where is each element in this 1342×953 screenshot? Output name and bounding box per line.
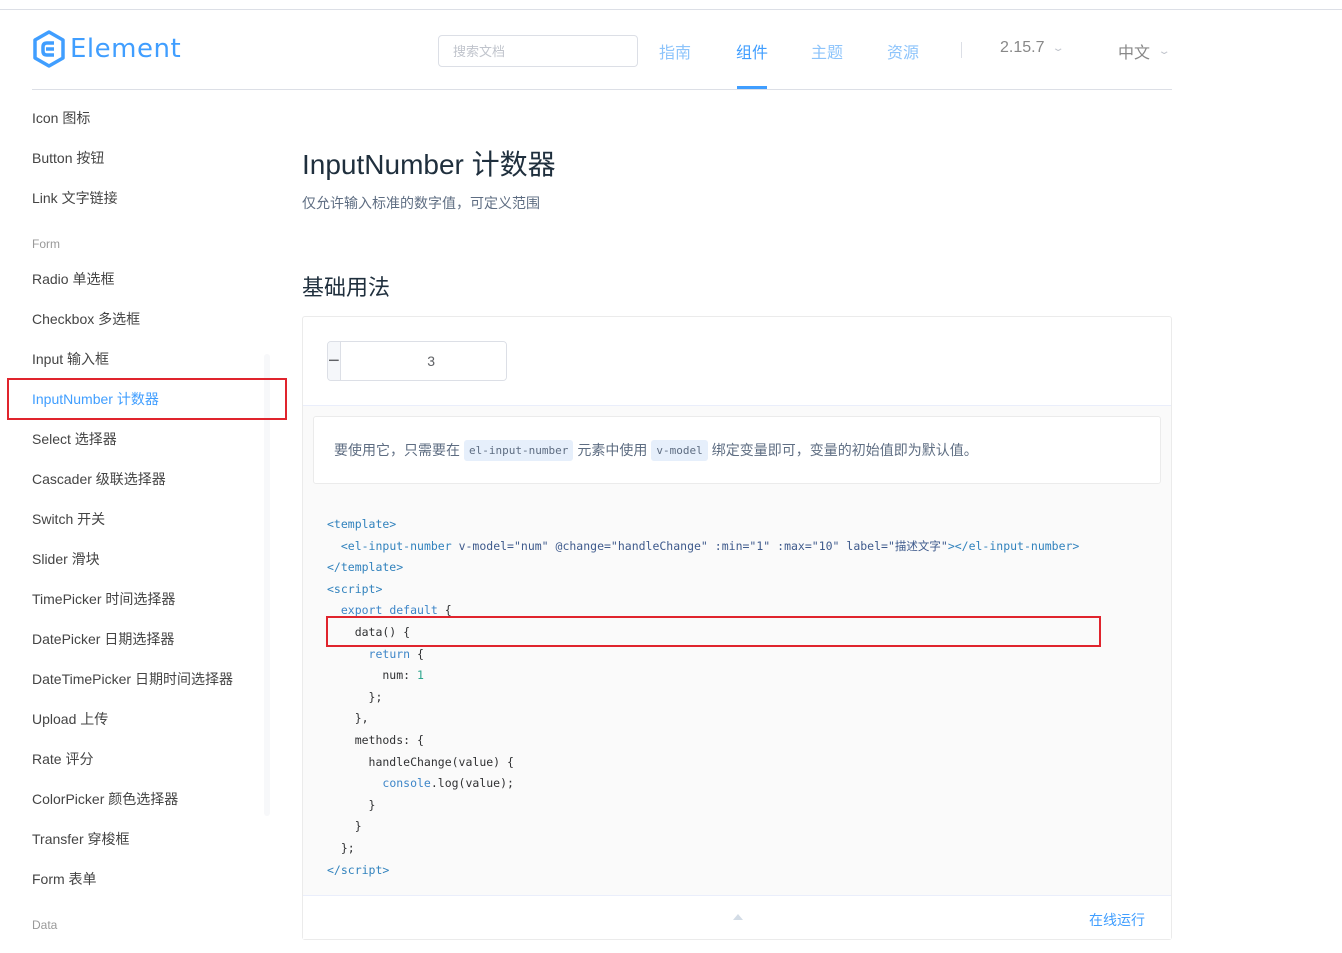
decrease-button[interactable]: − [328,342,341,380]
nav-active-indicator [737,86,767,89]
search-input[interactable] [438,35,638,67]
element-logo-icon [33,30,65,68]
sidebar-item-checkbox[interactable]: Checkbox 多选框 [32,309,140,329]
number-input[interactable] [340,342,506,380]
sidebar-item-link[interactable]: Link 文字链接 [32,188,118,208]
sidebar-item-slider[interactable]: Slider 滑块 [32,549,100,569]
demo-description: 要使用它，只需要在 el-input-number 元素中使用 v-model … [313,416,1161,484]
nav-resource[interactable]: 资源 [887,39,919,63]
inline-code: el-input-number [464,439,574,461]
desc-text: 绑定变量即可，变量的初始值即为默认值。 [711,442,978,458]
sidebar-group-data: Data [32,918,58,932]
sidebar-item-input[interactable]: Input 输入框 [32,349,109,369]
code-block: <template> <el-input-number v-model="num… [327,517,1080,877]
sidebar: Icon 图标 Button 按钮 Link 文字链接 Form Radio 单… [0,96,300,953]
desc-text: 元素中使用 [577,442,648,458]
logo[interactable]: Element [32,30,181,68]
sidebar-scrollbar[interactable] [264,354,270,816]
site-header: Element 指南 组件 主题 资源 2.15.7 ⌄ 中文 ⌄ [32,10,1172,90]
annotation-highlight-box [7,378,287,420]
sidebar-item-colorpicker[interactable]: ColorPicker 颜色选择器 [32,789,178,809]
sidebar-item-switch[interactable]: Switch 开关 [32,509,105,529]
chevron-down-icon: ⌄ [1051,42,1066,54]
nav-guide[interactable]: 指南 [659,39,691,63]
sidebar-item-transfer[interactable]: Transfer 穿梭框 [32,829,130,849]
language-dropdown[interactable]: 中文 ⌄ [1118,39,1171,63]
page-description: 仅允许输入标准的数字值，可定义范围 [302,195,540,211]
demo-control-bar[interactable]: 在线运行 [303,895,1171,939]
sidebar-item-cascader[interactable]: Cascader 级联选择器 [32,469,166,489]
sidebar-item-form[interactable]: Form 表单 [32,869,97,889]
run-online-link[interactable]: 在线运行 [1089,910,1145,930]
demo-source: − + [303,317,1171,406]
version-dropdown[interactable]: 2.15.7 ⌄ [1000,39,1066,57]
caret-up-icon[interactable] [733,914,743,920]
demo-meta: 要使用它，只需要在 el-input-number 元素中使用 v-model … [303,406,1171,895]
language-label: 中文 [1118,45,1151,62]
sidebar-item-icon[interactable]: Icon 图标 [32,108,90,128]
version-label: 2.15.7 [1000,39,1045,56]
annotation-code-highlight-box [326,616,1101,647]
page-title: InputNumber 计数器 [302,149,556,180]
sidebar-item-datetimepicker[interactable]: DateTimePicker 日期时间选择器 [32,669,233,689]
section-title: 基础用法 [302,275,391,300]
nav-divider [961,42,962,58]
sidebar-item-select[interactable]: Select 选择器 [32,429,117,449]
sidebar-item-upload[interactable]: Upload 上传 [32,709,108,729]
sidebar-item-button[interactable]: Button 按钮 [32,148,104,168]
nav-component[interactable]: 组件 [736,39,768,63]
nav-theme[interactable]: 主题 [811,39,843,63]
chevron-down-icon: ⌄ [1157,45,1171,57]
sidebar-item-datepicker[interactable]: DatePicker 日期选择器 [32,629,174,649]
demo-block: − + 要使用它，只需要在 el-input-number 元素中使用 v-mo… [302,316,1172,940]
logo-text: Element [70,34,182,64]
sidebar-group-form: Form [32,237,60,251]
desc-text: 要使用它，只需要在 [334,442,460,458]
inline-code: v-model [651,439,708,461]
sidebar-item-timepicker[interactable]: TimePicker 时间选择器 [32,589,175,609]
input-number: − + [327,341,507,381]
sidebar-item-rate[interactable]: Rate 评分 [32,749,93,769]
sidebar-item-radio[interactable]: Radio 单选框 [32,269,114,289]
